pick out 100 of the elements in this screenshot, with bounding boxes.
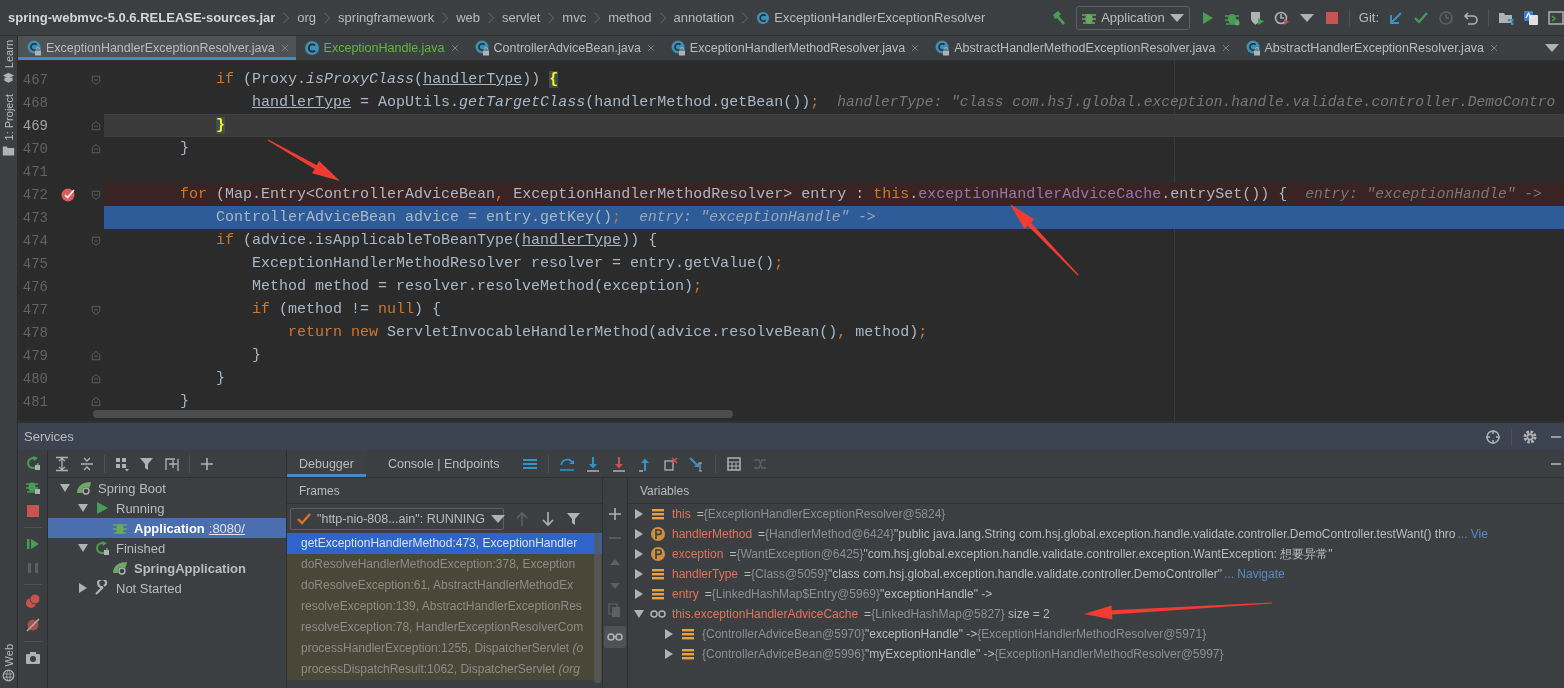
filter-icon[interactable] xyxy=(139,455,155,472)
expand-arrow-icon[interactable] xyxy=(60,483,70,493)
file-tab[interactable]: ExceptionHandlerExceptionResolver.java xyxy=(18,36,296,60)
run-configuration-dropdown[interactable]: Application xyxy=(1076,5,1190,30)
expand-arrow-icon[interactable] xyxy=(664,649,674,659)
expand-arrow-icon[interactable] xyxy=(634,509,644,519)
variable-name: this xyxy=(672,507,691,521)
line-number: 471 xyxy=(21,163,48,180)
stack-frame[interactable]: processDispatchResult:1062, DispatcherServlet (org xyxy=(287,659,602,680)
breadcrumb-item[interactable]: springframework xyxy=(338,10,435,25)
fold-icon[interactable] xyxy=(90,119,102,132)
breadcrumb-item[interactable]: mvc xyxy=(562,10,587,25)
calculator-icon[interactable] xyxy=(725,455,742,472)
tree-item[interactable]: Application :8080/ xyxy=(48,518,286,538)
coverage-icon[interactable] xyxy=(1248,9,1265,26)
tool-window-tab[interactable]: Web xyxy=(2,643,15,682)
mute-breakpoints-icon[interactable] xyxy=(24,617,41,633)
stack-frame[interactable]: getExceptionHandlerMethod:473, ExceptionHandler xyxy=(287,533,602,554)
fold-icon[interactable] xyxy=(90,303,102,316)
breadcrumb-item[interactable]: spring-webmvc-5.0.6.RELEASE-sources.jar xyxy=(8,10,276,25)
fold-icon[interactable] xyxy=(90,372,102,385)
breadcrumb-item[interactable]: org xyxy=(297,10,317,25)
vertical-scrollbar[interactable] xyxy=(594,533,601,683)
variable-name: entry xyxy=(672,587,699,601)
file-tab[interactable]: ExceptionHandle.java xyxy=(295,36,466,60)
fold-icon[interactable] xyxy=(90,349,102,362)
filter-icon[interactable] xyxy=(566,511,582,527)
stack-frame[interactable]: resolveException:78, HandlerExceptionResolverCom xyxy=(287,617,602,638)
group-icon[interactable] xyxy=(114,455,130,472)
expand-arrow-icon[interactable] xyxy=(78,503,88,513)
fold-icon[interactable] xyxy=(90,73,102,86)
expand-arrow-icon[interactable] xyxy=(664,629,674,639)
force-step-into-icon[interactable] xyxy=(610,455,627,472)
translate-icon[interactable] xyxy=(1523,9,1539,26)
build-icon[interactable] xyxy=(1051,9,1068,26)
target-icon[interactable] xyxy=(1485,428,1501,445)
expand-arrow-icon[interactable] xyxy=(634,569,644,579)
breadcrumb-item[interactable]: web xyxy=(456,10,481,25)
horizontal-scrollbar[interactable] xyxy=(93,410,733,418)
expand-arrow-icon[interactable] xyxy=(634,549,644,559)
field-icon xyxy=(650,586,666,602)
tree-item[interactable]: Running xyxy=(48,498,286,518)
tree-item[interactable]: Spring Boot xyxy=(48,478,286,498)
code-line: handlerType = AopUtils.getTargetClass(handlerMethod.getBean()); handlerType: "class com.hsj.global.exception.handle.validate.controller.DemoContro xyxy=(251,93,1557,113)
tree-item[interactable]: SpringApplication xyxy=(48,558,286,578)
settings-icon[interactable] xyxy=(1522,428,1538,445)
tree-item[interactable]: Not Started xyxy=(48,578,286,598)
run-to-cursor-icon[interactable] xyxy=(688,455,705,472)
thread-dropdown[interactable]: "http-nio-808...ain": RUNNING xyxy=(290,508,504,530)
expand-arrow-icon[interactable] xyxy=(634,609,644,619)
expand-arrow-icon[interactable] xyxy=(78,543,88,553)
undo-icon[interactable] xyxy=(1463,9,1479,26)
file-tab[interactable]: ExceptionHandlerMethodResolver.java xyxy=(661,36,927,60)
tool-window-tab[interactable]: Learn xyxy=(2,40,15,85)
expand-arrow-icon[interactable] xyxy=(634,589,644,599)
expand-arrow-icon[interactable] xyxy=(634,529,644,539)
stack-frame[interactable]: resolveException:139, AbstractHandlerExceptionRes xyxy=(287,596,602,617)
tool-window-tab[interactable]: 1: Project xyxy=(2,94,15,157)
add-frame-icon[interactable] xyxy=(164,455,180,472)
breakpoint-icon[interactable] xyxy=(60,186,76,203)
stop-icon[interactable] xyxy=(1323,9,1340,26)
terminal-icon[interactable] xyxy=(1548,9,1564,26)
add-icon[interactable] xyxy=(199,455,215,472)
navigate-link[interactable]: ... Navigate xyxy=(1224,567,1285,581)
expand-all-icon[interactable] xyxy=(54,455,70,472)
tree-item[interactable]: Finished xyxy=(48,538,286,558)
profile-icon[interactable] xyxy=(1273,9,1290,26)
panel-title: Services xyxy=(24,429,74,444)
fold-icon[interactable] xyxy=(90,142,102,155)
file-tab[interactable]: ControllerAdviceBean.java xyxy=(465,36,662,60)
step-into-icon[interactable] xyxy=(584,455,601,472)
navigate-link[interactable]: ... Vie xyxy=(1457,527,1488,541)
breadcrumb-item[interactable]: method xyxy=(608,10,652,25)
breadcrumb-item[interactable]: servlet xyxy=(502,10,541,25)
resume-icon[interactable] xyxy=(24,536,41,552)
code-line: } xyxy=(179,139,191,159)
update-icon[interactable] xyxy=(1388,9,1404,26)
stop-icon[interactable] xyxy=(24,503,41,519)
rerun-icon[interactable] xyxy=(24,455,41,471)
breadcrumb-item[interactable]: annotation xyxy=(673,10,735,25)
drop-frame-icon[interactable] xyxy=(662,455,679,472)
camera-icon[interactable] xyxy=(24,650,41,666)
file-tab[interactable]: AbstractHandlerExceptionResolver.java xyxy=(1236,36,1506,60)
line-number: 473 xyxy=(21,209,48,226)
code-line: if (method != null) { xyxy=(251,300,443,320)
port-link[interactable]: :8080/ xyxy=(208,520,245,536)
collapse-all-icon[interactable] xyxy=(79,455,95,472)
fold-icon[interactable] xyxy=(90,188,102,201)
expand-arrow-icon[interactable] xyxy=(78,583,88,593)
stack-frame[interactable]: doResolveHandlerMethodException:378, Exception xyxy=(287,554,602,575)
breakpoints-icon[interactable] xyxy=(24,593,41,609)
fold-icon[interactable] xyxy=(90,234,102,247)
add-watch-icon[interactable] xyxy=(607,506,623,522)
file-tab[interactable]: AbstractHandlerMethodExceptionResolver.java xyxy=(926,36,1237,60)
stack-frame[interactable]: doResolveException:61, AbstractHandlerMethodEx xyxy=(287,575,602,596)
fold-icon[interactable] xyxy=(90,395,102,408)
breadcrumb-item[interactable]: ExceptionHandlerExceptionResolver xyxy=(774,10,986,25)
stack-frame[interactable]: processHandlerException:1255, DispatcherServlet (o xyxy=(287,638,602,659)
debugger-tab[interactable]: Console | Endpoints xyxy=(375,450,512,477)
arrow-down-icon[interactable] xyxy=(540,511,556,527)
